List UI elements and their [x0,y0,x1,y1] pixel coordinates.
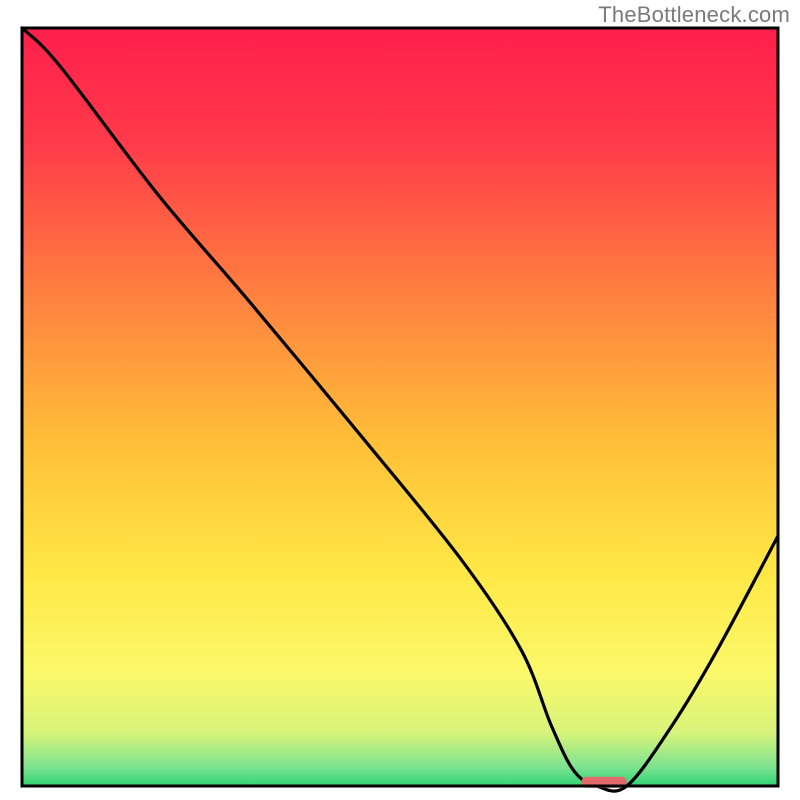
chart-stage: TheBottleneck.com [0,0,800,800]
watermark-text: TheBottleneck.com [598,2,790,28]
bottleneck-chart [0,0,800,800]
plot-background [22,28,778,786]
